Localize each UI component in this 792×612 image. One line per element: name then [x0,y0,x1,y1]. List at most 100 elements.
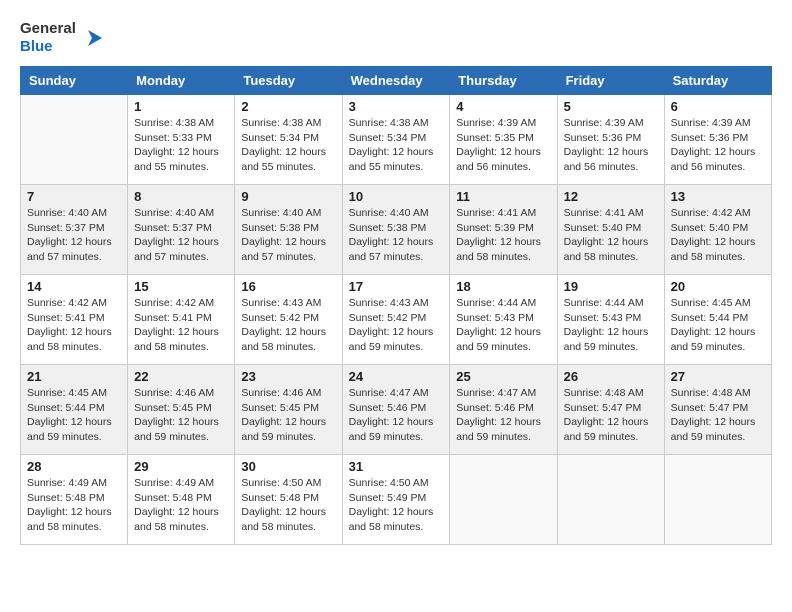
calendar-cell [450,455,557,545]
calendar-cell [557,455,664,545]
day-info: Sunrise: 4:41 AMSunset: 5:40 PMDaylight:… [564,206,658,265]
calendar-cell: 25 Sunrise: 4:47 AMSunset: 5:46 PMDayligh… [450,365,557,455]
calendar-cell: 10 Sunrise: 4:40 AMSunset: 5:38 PMDayligh… [342,185,450,275]
header-monday: Monday [128,67,235,95]
calendar-cell: 7Sunrise: 4:40 AMSunset: 5:37 PMDaylight… [21,185,128,275]
day-info: Sunrise: 4:39 AMSunset: 5:35 PMDaylight:… [456,116,550,175]
day-info: Sunrise: 4:38 AMSunset: 5:33 PMDaylight:… [134,116,228,175]
day-info: Sunrise: 4:39 AMSunset: 5:36 PMDaylight:… [671,116,765,175]
day-number: 29 [134,459,228,474]
day-number: 24 [349,369,444,384]
header-saturday: Saturday [664,67,771,95]
calendar-cell: 30 Sunrise: 4:50 AMSunset: 5:48 PMDayligh… [235,455,342,545]
header-sunday: Sunday [21,67,128,95]
calendar-cell [664,455,771,545]
logo-bird-icon [80,26,104,50]
day-number: 23 [241,369,335,384]
calendar-cell: 17Sunrise: 4:43 AMSunset: 5:42 PMDayligh… [342,275,450,365]
day-info: Sunrise: 4:50 AMSunset: 5:49 PMDaylight:… [349,476,444,535]
day-number: 14 [27,279,121,294]
day-info: Sunrise: 4:39 AMSunset: 5:36 PMDaylight:… [564,116,658,175]
day-number: 22 [134,369,228,384]
calendar-week-row: 14 Sunrise: 4:42 AMSunset: 5:41 PMDayligh… [21,275,772,365]
day-number: 2 [241,99,335,114]
day-info: Sunrise: 4:48 AMSunset: 5:47 PMDaylight:… [564,386,658,445]
calendar-week-row: 1 Sunrise: 4:38 AMSunset: 5:33 PMDaylight… [21,95,772,185]
day-info: Sunrise: 4:47 AMSunset: 5:46 PMDaylight:… [456,386,550,445]
calendar-week-row: 21 Sunrise: 4:45 AMSunset: 5:44 PMDayligh… [21,365,772,455]
day-info: Sunrise: 4:45 AMSunset: 5:44 PMDaylight:… [671,296,765,355]
day-info: Sunrise: 4:43 AMSunset: 5:42 PMDaylight:… [241,296,335,355]
calendar-cell: 19Sunrise: 4:44 AMSunset: 5:43 PMDayligh… [557,275,664,365]
day-number: 25 [456,369,550,384]
calendar-cell: 18Sunrise: 4:44 AMSunset: 5:43 PMDayligh… [450,275,557,365]
day-info: Sunrise: 4:48 AMSunset: 5:47 PMDaylight:… [671,386,765,445]
calendar-cell: 1 Sunrise: 4:38 AMSunset: 5:33 PMDaylight… [128,95,235,185]
day-number: 3 [349,99,444,114]
calendar-cell: 5 Sunrise: 4:39 AMSunset: 5:36 PMDaylight… [557,95,664,185]
day-number: 21 [27,369,121,384]
calendar-cell: 12Sunrise: 4:41 AMSunset: 5:40 PMDayligh… [557,185,664,275]
day-info: Sunrise: 4:47 AMSunset: 5:46 PMDaylight:… [349,386,444,445]
day-number: 30 [241,459,335,474]
day-info: Sunrise: 4:45 AMSunset: 5:44 PMDaylight:… [27,386,121,445]
day-info: Sunrise: 4:46 AMSunset: 5:45 PMDaylight:… [241,386,335,445]
calendar-cell: 8Sunrise: 4:40 AMSunset: 5:37 PMDaylight… [128,185,235,275]
day-info: Sunrise: 4:44 AMSunset: 5:43 PMDaylight:… [564,296,658,355]
day-number: 10 [349,189,444,204]
header-thursday: Thursday [450,67,557,95]
calendar-cell [21,95,128,185]
header-friday: Friday [557,67,664,95]
calendar-cell: 15Sunrise: 4:42 AMSunset: 5:41 PMDayligh… [128,275,235,365]
calendar-cell: 14 Sunrise: 4:42 AMSunset: 5:41 PMDayligh… [21,275,128,365]
logo: General Blue [20,20,104,56]
day-number: 15 [134,279,228,294]
calendar-cell: 4 Sunrise: 4:39 AMSunset: 5:35 PMDaylight… [450,95,557,185]
day-number: 26 [564,369,658,384]
day-info: Sunrise: 4:38 AMSunset: 5:34 PMDaylight:… [241,116,335,175]
day-info: Sunrise: 4:42 AMSunset: 5:41 PMDaylight:… [27,296,121,355]
day-number: 5 [564,99,658,114]
day-info: Sunrise: 4:44 AMSunset: 5:43 PMDaylight:… [456,296,550,355]
day-info: Sunrise: 4:41 AMSunset: 5:39 PMDaylight:… [456,206,550,265]
calendar-cell: 22 Sunrise: 4:46 AMSunset: 5:45 PMDayligh… [128,365,235,455]
day-info: Sunrise: 4:43 AMSunset: 5:42 PMDaylight:… [349,296,444,355]
calendar-cell: 27 Sunrise: 4:48 AMSunset: 5:47 PMDayligh… [664,365,771,455]
day-number: 27 [671,369,765,384]
logo-text: General Blue [20,20,76,56]
calendar-week-row: 7Sunrise: 4:40 AMSunset: 5:37 PMDaylight… [21,185,772,275]
calendar-cell: 26 Sunrise: 4:48 AMSunset: 5:47 PMDayligh… [557,365,664,455]
day-info: Sunrise: 4:38 AMSunset: 5:34 PMDaylight:… [349,116,444,175]
day-number: 1 [134,99,228,114]
day-info: Sunrise: 4:40 AMSunset: 5:38 PMDaylight:… [349,206,444,265]
day-number: 11 [456,189,550,204]
calendar-cell: 2 Sunrise: 4:38 AMSunset: 5:34 PMDaylight… [235,95,342,185]
page-header: General Blue [20,20,772,56]
calendar-cell: 28Sunrise: 4:49 AMSunset: 5:48 PMDayligh… [21,455,128,545]
day-number: 13 [671,189,765,204]
day-number: 9 [241,189,335,204]
day-number: 4 [456,99,550,114]
header-wednesday: Wednesday [342,67,450,95]
day-info: Sunrise: 4:42 AMSunset: 5:40 PMDaylight:… [671,206,765,265]
calendar-cell: 29 Sunrise: 4:49 AMSunset: 5:48 PMDayligh… [128,455,235,545]
calendar-cell: 20 Sunrise: 4:45 AMSunset: 5:44 PMDayligh… [664,275,771,365]
calendar-table: SundayMondayTuesdayWednesdayThursdayFrid… [20,66,772,545]
day-number: 8 [134,189,228,204]
calendar-cell: 23 Sunrise: 4:46 AMSunset: 5:45 PMDayligh… [235,365,342,455]
day-number: 20 [671,279,765,294]
day-info: Sunrise: 4:46 AMSunset: 5:45 PMDaylight:… [134,386,228,445]
day-number: 7 [27,189,121,204]
day-number: 6 [671,99,765,114]
calendar-cell: 3 Sunrise: 4:38 AMSunset: 5:34 PMDaylight… [342,95,450,185]
day-info: Sunrise: 4:50 AMSunset: 5:48 PMDaylight:… [241,476,335,535]
calendar-week-row: 28Sunrise: 4:49 AMSunset: 5:48 PMDayligh… [21,455,772,545]
calendar-cell: 6 Sunrise: 4:39 AMSunset: 5:36 PMDaylight… [664,95,771,185]
day-info: Sunrise: 4:40 AMSunset: 5:38 PMDaylight:… [241,206,335,265]
calendar-cell: 9 Sunrise: 4:40 AMSunset: 5:38 PMDaylight… [235,185,342,275]
calendar-cell: 31Sunrise: 4:50 AMSunset: 5:49 PMDayligh… [342,455,450,545]
calendar-cell: 11 Sunrise: 4:41 AMSunset: 5:39 PMDayligh… [450,185,557,275]
day-info: Sunrise: 4:49 AMSunset: 5:48 PMDaylight:… [134,476,228,535]
day-number: 16 [241,279,335,294]
calendar-cell: 24 Sunrise: 4:47 AMSunset: 5:46 PMDayligh… [342,365,450,455]
